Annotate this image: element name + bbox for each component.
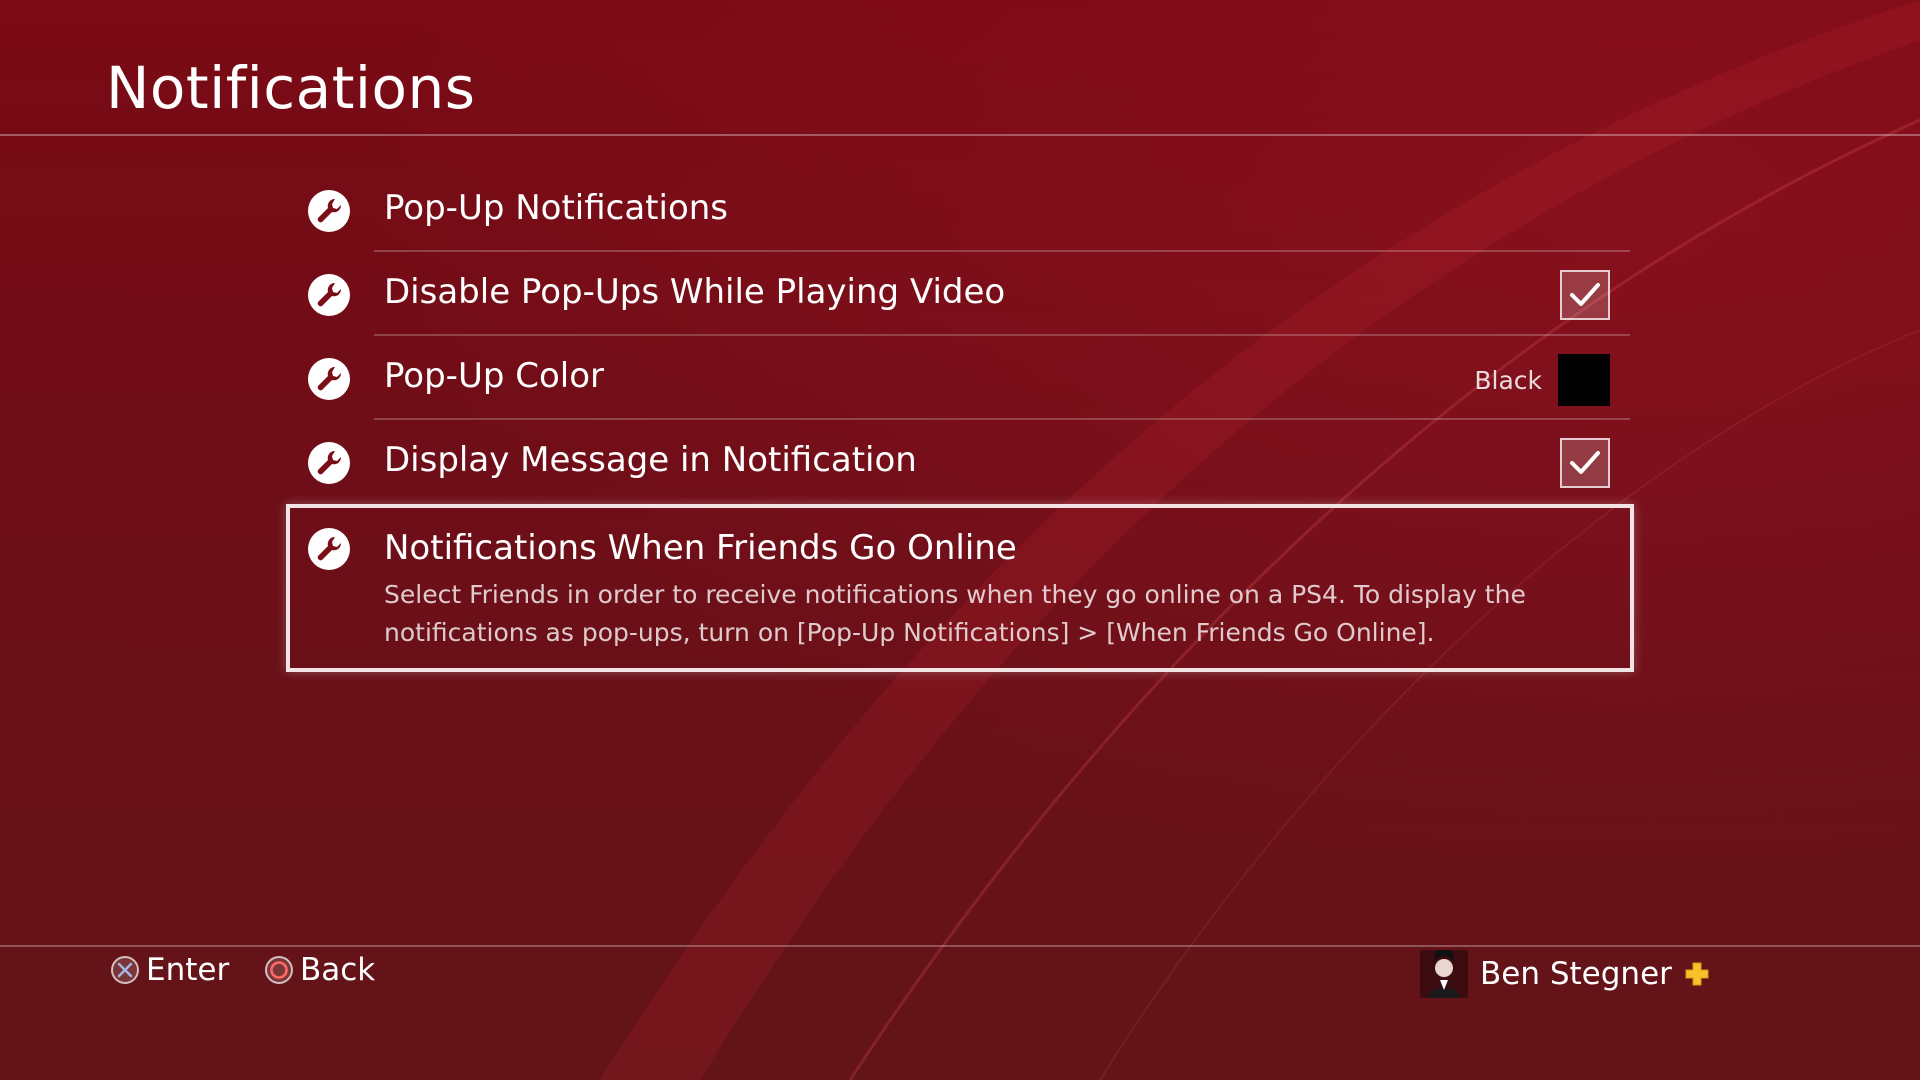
- checkmark-icon: [1570, 451, 1600, 474]
- popup-color-swatch[interactable]: [1558, 354, 1610, 406]
- display-message-checkbox[interactable]: [1560, 438, 1610, 488]
- menu-item-display-message[interactable]: Display Message in Notification: [286, 420, 1634, 504]
- menu-item-popup-notifications[interactable]: Pop-Up Notifications: [286, 168, 1634, 252]
- disable-popups-video-checkbox[interactable]: [1560, 270, 1610, 320]
- title-divider: [0, 134, 1920, 136]
- wrench-icon: [308, 274, 350, 316]
- checkmark-icon: [1570, 283, 1600, 306]
- wrench-icon: [308, 190, 350, 232]
- menu-item-popup-color[interactable]: Pop-Up Color Black: [286, 336, 1634, 420]
- enter-hint: Enter: [110, 952, 229, 988]
- user-name: Ben Stegner: [1480, 956, 1672, 992]
- menu-item-label: Notifications When Friends Go Online: [384, 528, 1017, 568]
- menu-item-label: Pop-Up Color: [384, 356, 604, 396]
- menu-item-label: Pop-Up Notifications: [384, 188, 729, 228]
- popup-color-value: Black: [1474, 366, 1542, 395]
- menu-item-friends-online[interactable]: Notifications When Friends Go Online Sel…: [286, 504, 1634, 674]
- menu-item-label: Display Message in Notification: [384, 440, 917, 480]
- settings-menu: Pop-Up Notifications Disable Pop-Ups Whi…: [286, 168, 1634, 674]
- back-label: Back: [300, 952, 376, 988]
- ps-plus-icon: [1684, 961, 1710, 987]
- wrench-icon: [308, 528, 350, 570]
- wrench-icon: [308, 442, 350, 484]
- menu-item-description: Select Friends in order to receive notif…: [384, 580, 1526, 647]
- wrench-icon: [308, 358, 350, 400]
- page-title: Notifications: [106, 54, 476, 122]
- menu-item-disable-popups-video[interactable]: Disable Pop-Ups While Playing Video: [286, 252, 1634, 336]
- footer-divider: [0, 945, 1920, 947]
- enter-label: Enter: [146, 952, 230, 988]
- avatar: [1420, 950, 1468, 998]
- user-profile: Ben Stegner: [1420, 950, 1710, 998]
- cross-button-icon: [110, 955, 140, 985]
- menu-item-label: Disable Pop-Ups While Playing Video: [384, 272, 1006, 312]
- back-hint: Back: [264, 952, 375, 988]
- circle-button-icon: [264, 955, 294, 985]
